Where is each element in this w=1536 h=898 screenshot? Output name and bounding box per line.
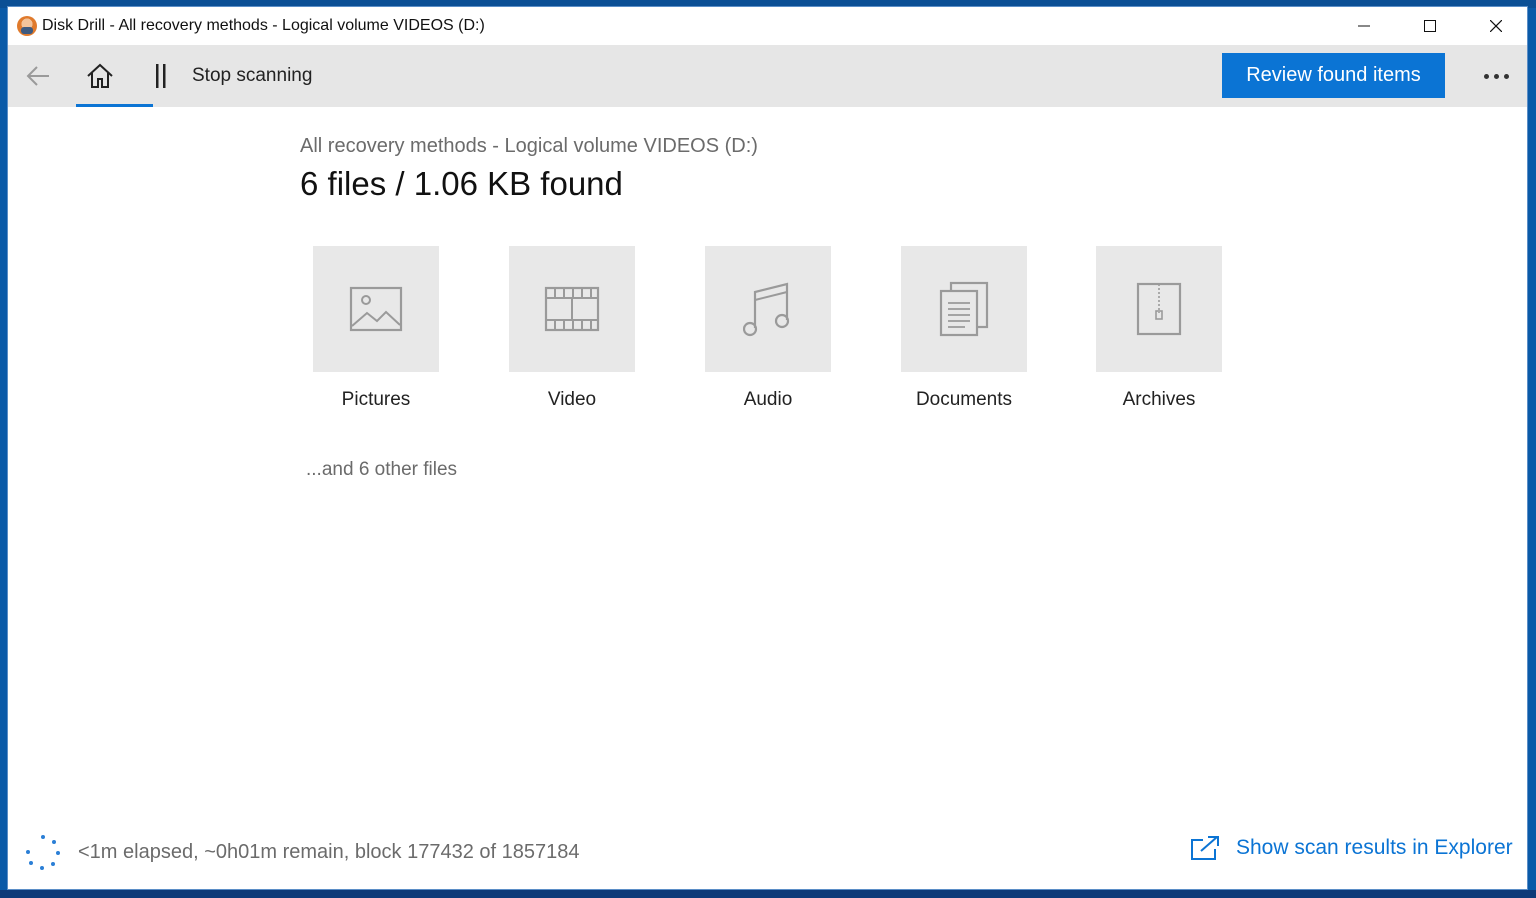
category-tile[interactable] — [509, 246, 635, 372]
stop-scanning-button[interactable]: Stop scanning — [192, 65, 312, 87]
category-audio[interactable]: Audio — [705, 246, 831, 411]
maximize-button[interactable] — [1397, 7, 1463, 45]
minimize-icon — [1358, 25, 1370, 27]
more-dot-icon — [1483, 73, 1489, 79]
back-button[interactable] — [18, 58, 58, 94]
home-button[interactable] — [80, 57, 120, 95]
progress-spinner-icon — [26, 835, 60, 870]
more-options-button[interactable] — [1476, 59, 1516, 93]
window-title: Disk Drill - All recovery methods - Logi… — [42, 17, 485, 34]
close-icon — [1490, 20, 1502, 32]
category-tile[interactable] — [901, 246, 1027, 372]
category-label: Documents — [915, 389, 1013, 410]
minimize-button[interactable] — [1331, 7, 1397, 45]
category-pictures[interactable]: Pictures — [313, 246, 439, 411]
picture-icon — [349, 286, 403, 332]
show-in-explorer-link[interactable]: Show scan results in Explorer — [1190, 835, 1513, 861]
category-label: Audio — [743, 389, 793, 410]
back-arrow-icon — [26, 66, 49, 86]
category-tile[interactable] — [313, 246, 439, 372]
home-icon — [87, 63, 113, 88]
show-in-explorer-label: Show scan results in Explorer — [1236, 836, 1513, 859]
category-video[interactable]: Video — [509, 246, 635, 411]
category-label: Video — [547, 389, 597, 410]
pause-button[interactable] — [148, 59, 174, 93]
status-footer: <1m elapsed, ~0h01m remain, block 177432… — [8, 819, 1527, 889]
film-icon — [544, 286, 600, 332]
documents-icon — [939, 281, 989, 337]
close-button[interactable] — [1463, 7, 1527, 45]
toolbar: Stop scanning Review found items — [8, 45, 1527, 107]
archive-icon — [1136, 282, 1182, 336]
app-window: Disk Drill - All recovery methods - Logi… — [7, 6, 1528, 890]
title-bar: Disk Drill - All recovery methods - Logi… — [8, 7, 1527, 45]
external-link-icon — [1191, 836, 1219, 860]
category-label: Archives — [1122, 389, 1196, 410]
other-files-link[interactable]: ...and 6 other files — [306, 459, 457, 481]
maximize-icon — [1424, 20, 1436, 32]
category-archives[interactable]: Archives — [1096, 246, 1222, 411]
scan-subtitle: All recovery methods - Logical volume VI… — [300, 135, 758, 157]
category-documents[interactable]: Documents — [901, 246, 1027, 411]
more-dot-icon — [1493, 73, 1499, 79]
taskbar-edge — [0, 890, 1536, 898]
scan-progress-status: <1m elapsed, ~0h01m remain, block 177432… — [78, 841, 580, 863]
disk-drill-logo-icon — [17, 16, 37, 36]
found-summary-headline: 6 files / 1.06 KB found — [300, 165, 623, 202]
more-dot-icon — [1503, 73, 1509, 79]
pause-icon — [156, 64, 166, 88]
category-label: Pictures — [341, 389, 411, 410]
category-tile[interactable] — [1096, 246, 1222, 372]
home-tab-indicator — [76, 104, 153, 107]
category-tile[interactable] — [705, 246, 831, 372]
music-note-icon — [743, 282, 790, 337]
review-found-items-button[interactable]: Review found items — [1222, 53, 1445, 98]
